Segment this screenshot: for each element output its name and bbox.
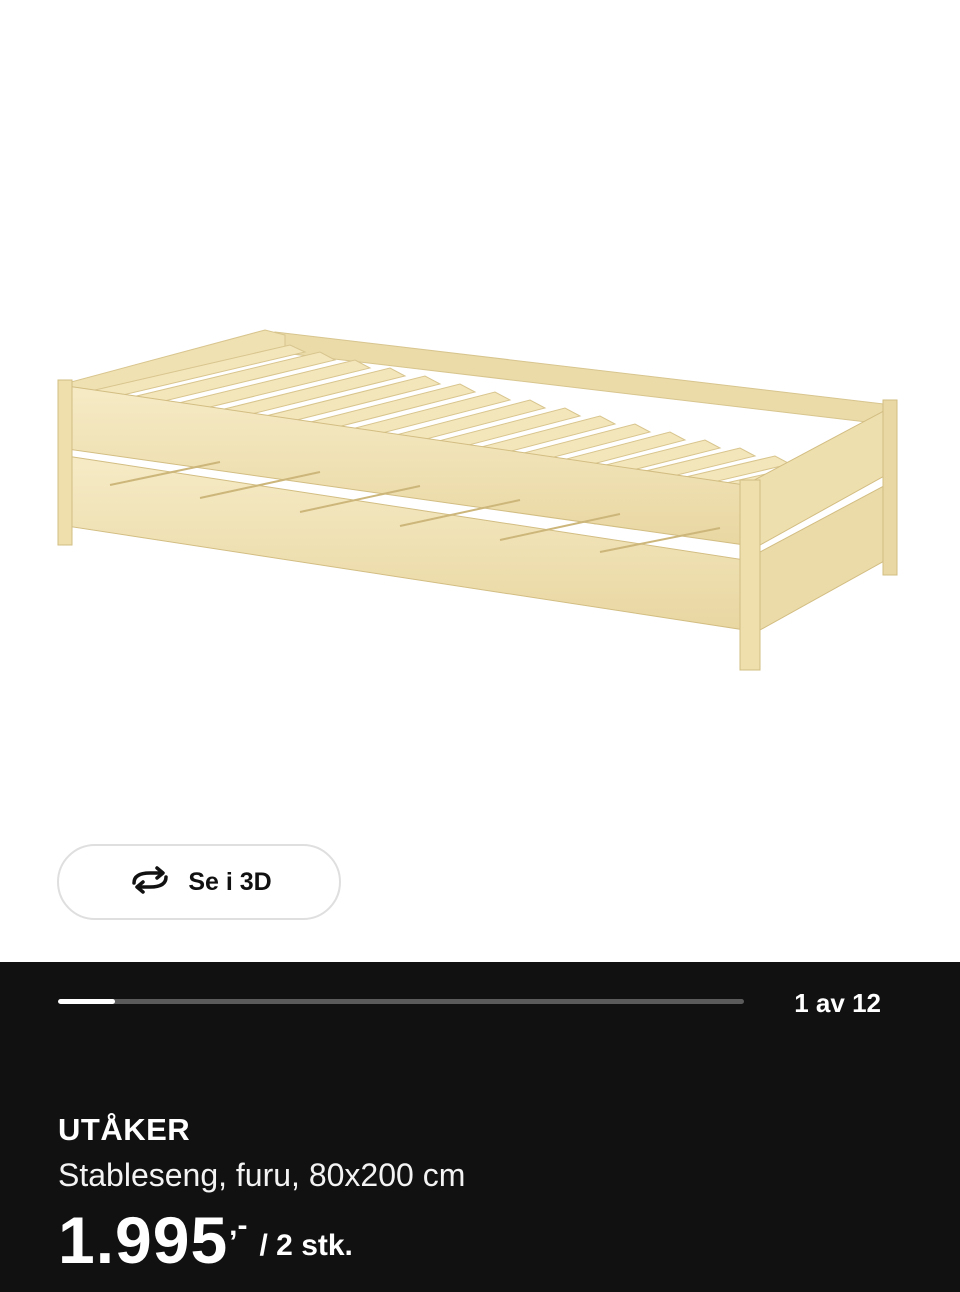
product-info-panel: 1 av 12 UTÅKER Stableseng, furu, 80x200 … bbox=[0, 962, 960, 1292]
price-amount: 1.995 bbox=[58, 1203, 229, 1277]
price-unit: / 2 stk. bbox=[259, 1229, 353, 1262]
gallery-progress-fill bbox=[58, 999, 115, 1004]
rotate-3d-icon bbox=[126, 865, 174, 900]
product-description: Stableseng, furu, 80x200 cm bbox=[58, 1157, 466, 1193]
product-name: UTÅKER bbox=[58, 1112, 191, 1147]
product-image-area[interactable]: Se i 3D bbox=[0, 0, 960, 962]
gallery-counter: 1 av 12 bbox=[794, 988, 881, 1018]
product-image bbox=[57, 329, 898, 671]
view-in-3d-button[interactable]: Se i 3D bbox=[57, 844, 341, 920]
view-in-3d-label: Se i 3D bbox=[188, 867, 272, 896]
price-suffix: ,- bbox=[229, 1209, 248, 1242]
gallery-progress-bar bbox=[58, 999, 744, 1004]
product-price: 1.995 ,- / 2 stk. bbox=[58, 1207, 353, 1273]
